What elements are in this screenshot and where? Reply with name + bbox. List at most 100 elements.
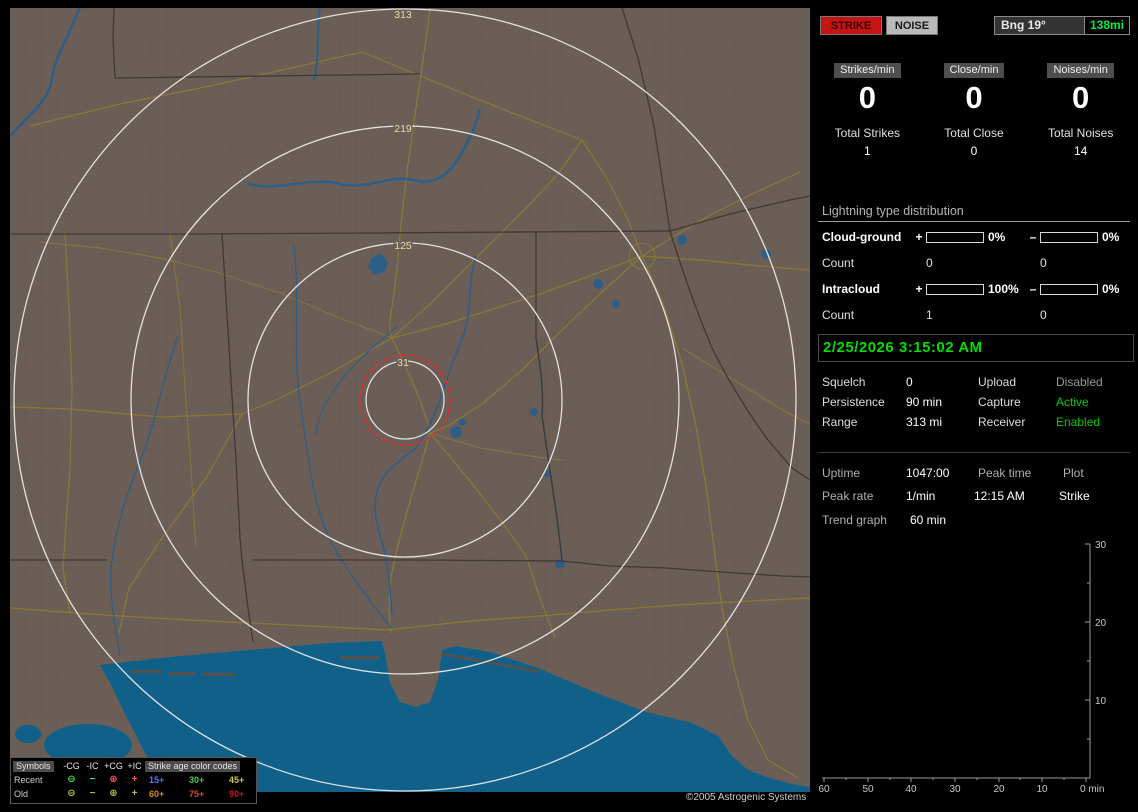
recent-pos-cg-symbol: ⊕: [109, 774, 118, 785]
legend-header-row: Symbols -CG -IC +CG +IC Strike age color…: [13, 759, 254, 773]
recent-neg-ic-symbol: −: [89, 774, 96, 785]
squelch-label: Squelch: [822, 375, 866, 389]
ic-negative-percent: 0%: [1102, 282, 1120, 296]
peak-rate-label: Peak rate: [822, 488, 874, 503]
age-code-30: 30+: [189, 775, 205, 785]
total-noises-label: Total Noises: [1047, 126, 1114, 140]
nexstorm-window: 313 219 125 31 Symbols -CG -IC +CG +IC S…: [0, 0, 1138, 812]
cg-negative-percent: 0%: [1102, 230, 1120, 244]
ring-label-31: 31: [397, 357, 409, 369]
strikes-per-min-label: Strikes/min: [834, 63, 901, 78]
legend-col-pic: +IC: [127, 761, 142, 771]
peak-rate-value: 1/min: [906, 488, 936, 503]
trend-graph-label: Trend graph: [822, 513, 887, 527]
persistence-value: 90 min: [906, 395, 943, 409]
cg-positive-bar: [926, 231, 984, 243]
x-tick-0-min: 0 min: [1080, 784, 1104, 794]
recent-age-codes: 15+ 30+ 45+: [145, 775, 265, 785]
lightning-map[interactable]: 313 219 125 31: [10, 8, 810, 792]
x-tick-20: 20: [993, 784, 1005, 794]
legend-col-pcg: +CG: [104, 761, 123, 771]
ring-label-125: 125: [394, 240, 412, 252]
noises-per-min-value: 0: [1072, 80, 1090, 115]
range-label: Range: [822, 415, 858, 429]
x-tick-40: 40: [905, 784, 917, 794]
peak-time-label: Peak time: [978, 465, 1032, 480]
old-neg-ic-symbol: −: [89, 788, 96, 799]
persistence-label: Persistence: [822, 395, 885, 409]
current-datetime: 2/25/2026 3:15:02 AM: [818, 334, 1134, 362]
legend-old-label: Old: [14, 789, 29, 799]
bearing-value: Bng 19°: [1001, 18, 1046, 32]
age-code-45: 45+: [229, 775, 245, 785]
receiver-settings: Squelch 0 Upload Disabled Persistence 90…: [818, 372, 1130, 432]
plot-label: Plot: [1063, 465, 1084, 480]
noise-indicator-button[interactable]: NOISE: [886, 16, 938, 35]
map-canvas: 313 219 125 31: [10, 8, 810, 792]
x-tick-30: 30: [949, 784, 961, 794]
recent-neg-cg-symbol: ⊖: [67, 774, 76, 785]
strikes-per-min-counter: Strikes/min 0 Total Strikes 1: [818, 62, 917, 158]
legend-recent-row: Recent ⊖ − ⊕ + 15+ 30+ 45+: [13, 773, 254, 787]
ring-label-219: 219: [394, 123, 412, 135]
chart-ticks: [823, 543, 1090, 782]
ic-negative-bar: [1040, 283, 1098, 295]
squelch-value: 0: [906, 375, 913, 389]
ic-minus-sign: –: [1029, 282, 1037, 296]
ic-positive-count: 1: [926, 308, 933, 322]
cg-minus-sign: –: [1029, 230, 1037, 244]
recent-pos-ic-symbol: +: [131, 774, 138, 785]
old-age-codes: 60+ 75+ 90+: [145, 789, 265, 799]
receiver-label: Receiver: [978, 415, 1026, 429]
total-noises-value: 14: [1073, 144, 1088, 158]
trend-graph-value: 60 min: [910, 513, 947, 527]
cg-negative-count: 0: [1040, 256, 1047, 270]
receiver-status: Enabled: [1056, 415, 1101, 429]
ic-positive-percent: 100%: [988, 282, 1019, 296]
y-tick-30: 30: [1095, 540, 1107, 551]
old-pos-ic-symbol: +: [131, 788, 138, 799]
strikes-per-min-value: 0: [858, 80, 876, 115]
close-per-min-value: 0: [965, 80, 983, 115]
old-neg-cg-symbol: ⊖: [67, 788, 76, 799]
peak-time-value: 12:15 AM: [974, 488, 1025, 503]
legend-col-ncg: -CG: [63, 761, 80, 771]
total-close-label: Total Close: [944, 126, 1004, 140]
cg-count-label: Count: [822, 256, 855, 270]
capture-label: Capture: [978, 395, 1021, 409]
range-value: 313 mi: [906, 415, 943, 429]
close-per-min-counter: Close/min 0 Total Close 0: [925, 62, 1024, 158]
y-tick-10: 10: [1095, 696, 1107, 707]
cg-negative-bar: [1040, 231, 1098, 243]
legend-col-nic: -IC: [86, 761, 99, 771]
session-stats: Uptime 1047:00 Peak time Plot Peak rate …: [818, 452, 1130, 507]
y-tick-20: 20: [1095, 618, 1107, 629]
intracloud-label: Intracloud: [822, 282, 881, 296]
legend-recent-label: Recent: [14, 775, 43, 785]
cg-plus-sign: +: [915, 230, 923, 244]
close-per-min-label: Close/min: [943, 63, 1005, 78]
x-tick-60: 60: [818, 784, 830, 794]
x-tick-50: 50: [862, 784, 874, 794]
chart-tick-labels: 30 20 10 60 50 40 30 20 10 0 min: [818, 540, 1106, 794]
map-legend: Symbols -CG -IC +CG +IC Strike age color…: [10, 757, 257, 804]
legend-old-row: Old ⊖ − ⊕ + 60+ 75+ 90+: [13, 787, 254, 801]
strike-indicator-button[interactable]: STRIKE: [820, 16, 882, 35]
cloud-ground-label: Cloud-ground: [822, 230, 902, 244]
copyright-text: ©2005 Astrogenic Systems: [686, 792, 807, 803]
ring-label-313: 313: [394, 9, 412, 21]
age-code-75: 75+: [189, 789, 205, 799]
legend-symbols-header: Symbols: [13, 760, 54, 772]
ic-negative-count: 0: [1040, 308, 1047, 322]
lightning-type-distribution: Cloud-ground + 0% – 0% Count 0 0 Intracl…: [818, 224, 1130, 328]
plot-type-value: Strike: [1059, 488, 1090, 503]
cg-positive-count: 0: [926, 256, 933, 270]
noises-per-min-label: Noises/min: [1047, 63, 1114, 78]
x-tick-10: 10: [1036, 784, 1048, 794]
legend-age-header: Strike age color codes: [145, 760, 241, 772]
total-strikes-value: 1: [863, 144, 871, 158]
rate-counters: Strikes/min 0 Total Strikes 1 Close/min …: [818, 62, 1130, 158]
capture-status: Active: [1056, 395, 1089, 409]
cg-positive-percent: 0%: [988, 230, 1006, 244]
ic-positive-bar: [926, 283, 984, 295]
